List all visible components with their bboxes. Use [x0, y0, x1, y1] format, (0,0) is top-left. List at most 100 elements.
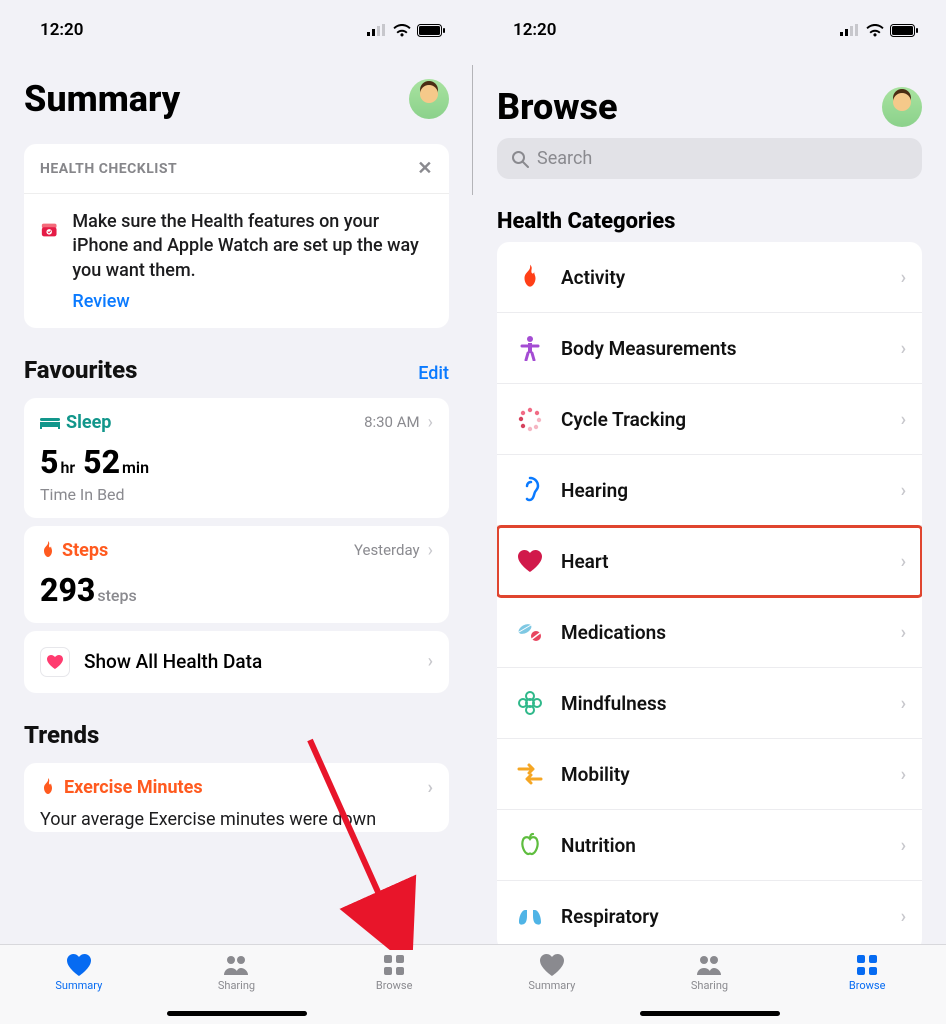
apple-icon [515, 830, 545, 860]
battery-icon [890, 24, 918, 37]
category-mobility[interactable]: Mobility › [497, 739, 922, 810]
steps-value: 293steps [40, 571, 433, 609]
trends-title: Trends [24, 721, 99, 749]
tab-summary[interactable]: Summary [24, 953, 134, 992]
category-label: Mobility [561, 763, 630, 786]
category-hearing[interactable]: Hearing › [497, 455, 922, 526]
page-title: Summary [24, 78, 180, 120]
sleep-value: 5hr 52min [40, 443, 433, 481]
health-categories-list: Activity › Body Measurements › Cycle Tra… [497, 242, 922, 951]
flame-icon [40, 778, 56, 796]
sleep-label: Sleep [66, 412, 111, 433]
steps-when: Yesterday [354, 541, 420, 559]
summary-scroll[interactable]: HEALTH CHECKLIST ✕ Make sure the Health … [0, 136, 473, 1024]
checklist-text: Make sure the Health features on your iP… [72, 210, 433, 283]
chevron-right-icon: › [901, 835, 906, 856]
home-indicator[interactable] [640, 1011, 780, 1016]
heart-icon [515, 546, 545, 576]
health-checklist-card: HEALTH CHECKLIST ✕ Make sure the Health … [24, 144, 449, 328]
bed-icon [40, 415, 60, 429]
favourites-edit-link[interactable]: Edit [418, 363, 449, 384]
chevron-right-icon: › [428, 777, 433, 798]
category-label: Hearing [561, 479, 628, 502]
status-time: 12:20 [513, 20, 556, 40]
phone-browse: 12:20 Browse Search Health Categories Ac… [473, 0, 946, 1024]
sleep-caption: Time In Bed [40, 485, 433, 504]
chevron-right-icon: › [901, 551, 906, 572]
category-heart[interactable]: Heart › [497, 526, 922, 597]
chevron-right-icon: › [901, 267, 906, 288]
cellular-icon [367, 24, 387, 36]
category-label: Cycle Tracking [561, 408, 686, 431]
grid-icon [853, 953, 881, 977]
steps-label: Steps [62, 540, 108, 561]
tab-browse[interactable]: Browse [339, 953, 449, 992]
category-medications[interactable]: Medications › [497, 597, 922, 668]
category-label: Activity [561, 266, 625, 289]
chevron-right-icon: › [901, 338, 906, 359]
category-activity[interactable]: Activity › [497, 242, 922, 313]
wallet-checklist-icon [40, 210, 58, 250]
category-mindfulness[interactable]: Mindfulness › [497, 668, 922, 739]
favourite-steps-card[interactable]: Steps Yesterday › 293steps [24, 526, 449, 623]
checklist-header: HEALTH CHECKLIST [40, 161, 177, 177]
cellular-icon [840, 24, 860, 36]
tab-bar: Summary Sharing Browse [0, 944, 473, 1024]
flame-icon [40, 541, 56, 559]
category-label: Nutrition [561, 834, 636, 857]
category-respiratory[interactable]: Respiratory › [497, 881, 922, 951]
category-cycle-tracking[interactable]: Cycle Tracking › [497, 384, 922, 455]
lungs-icon [515, 901, 545, 931]
wifi-icon [393, 24, 411, 37]
pills-icon [515, 617, 545, 647]
tab-summary[interactable]: Summary [497, 953, 607, 992]
people-icon [222, 953, 250, 977]
category-label: Respiratory [561, 905, 659, 928]
grid-icon [380, 953, 408, 977]
trend-exercise-desc: Your average Exercise minutes were down [40, 808, 433, 832]
status-bar: 12:20 [473, 0, 946, 48]
battery-icon [417, 24, 445, 37]
cycle-icon [515, 404, 545, 434]
heart-icon [40, 647, 70, 677]
search-icon [511, 150, 529, 168]
category-label: Mindfulness [561, 692, 667, 715]
tab-sharing[interactable]: Sharing [654, 953, 764, 992]
category-label: Heart [561, 550, 609, 573]
category-label: Medications [561, 621, 666, 644]
checklist-review-link[interactable]: Review [72, 291, 433, 312]
tab-sharing[interactable]: Sharing [181, 953, 291, 992]
trend-exercise-card[interactable]: Exercise Minutes › Your average Exercise… [24, 763, 449, 832]
ear-icon [515, 475, 545, 505]
chevron-right-icon: › [428, 540, 433, 561]
summary-header: Summary [0, 48, 473, 136]
arrows-icon [515, 759, 545, 789]
status-icons [367, 24, 445, 37]
health-categories-header: Health Categories [473, 189, 946, 242]
category-label: Body Measurements [561, 337, 736, 360]
status-bar: 12:20 [0, 0, 473, 48]
chevron-right-icon: › [901, 409, 906, 430]
search-placeholder: Search [537, 148, 592, 169]
profile-avatar[interactable] [882, 87, 922, 127]
category-nutrition[interactable]: Nutrition › [497, 810, 922, 881]
tab-browse[interactable]: Browse [812, 953, 922, 992]
status-icons [840, 24, 918, 37]
tab-bar: Summary Sharing Browse [473, 944, 946, 1024]
close-icon[interactable]: ✕ [417, 158, 433, 179]
status-time: 12:20 [40, 20, 83, 40]
mindfulness-icon [515, 688, 545, 718]
show-all-label: Show All Health Data [84, 650, 262, 673]
profile-avatar[interactable] [409, 79, 449, 119]
chevron-right-icon: › [428, 651, 433, 672]
home-indicator[interactable] [167, 1011, 307, 1016]
person-icon [515, 333, 545, 363]
search-input[interactable]: Search [497, 138, 922, 179]
show-all-health-data[interactable]: Show All Health Data › [24, 631, 449, 693]
trend-exercise-label: Exercise Minutes [64, 777, 203, 798]
flame-icon [515, 262, 545, 292]
chevron-right-icon: › [428, 412, 433, 433]
favourite-sleep-card[interactable]: Sleep 8:30 AM › 5hr 52min Time In Bed [24, 398, 449, 518]
chevron-right-icon: › [901, 764, 906, 785]
category-body-measurements[interactable]: Body Measurements › [497, 313, 922, 384]
